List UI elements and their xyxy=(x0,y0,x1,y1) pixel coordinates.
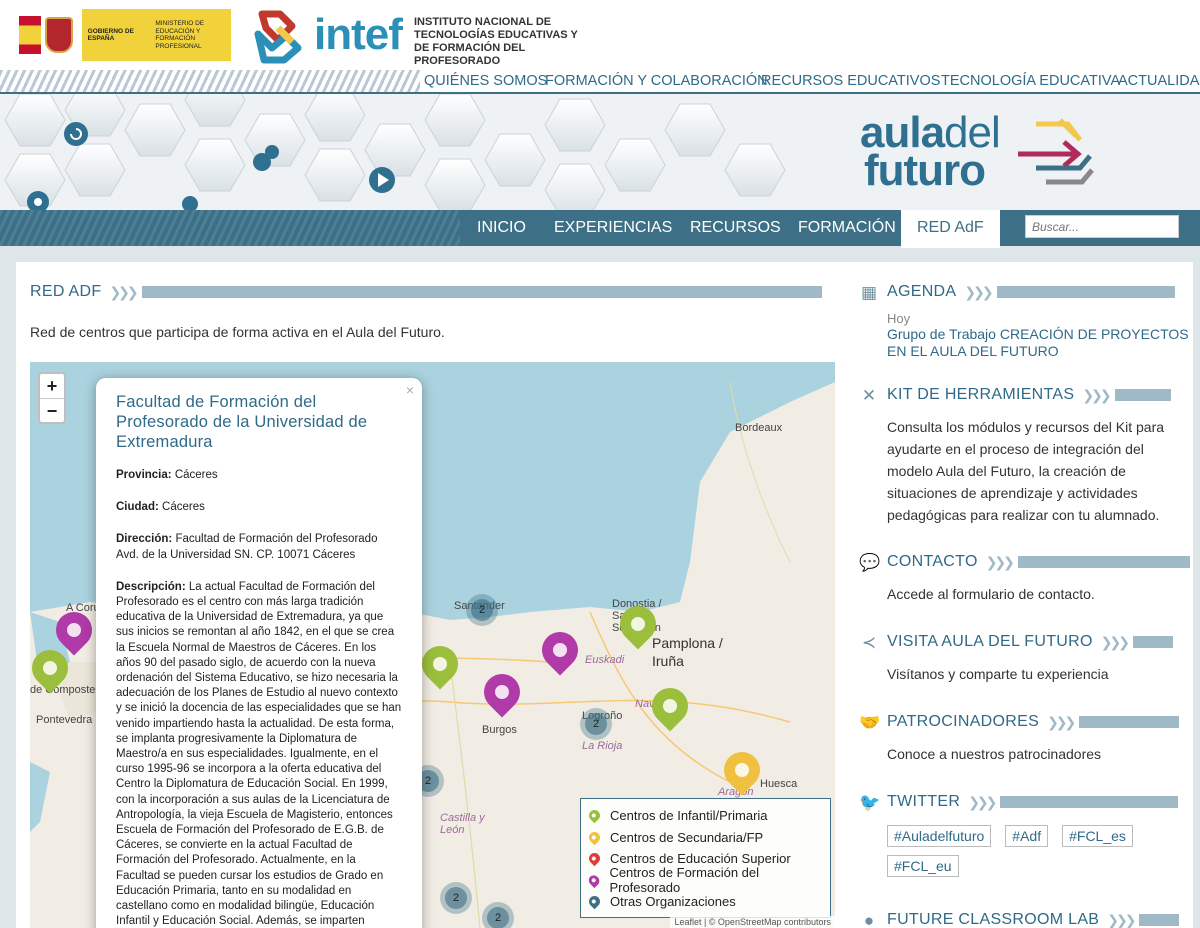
logo-futuro: futuro xyxy=(864,146,986,195)
page-title: RED ADF ❯❯❯ xyxy=(30,283,822,301)
visita-title: ≺ VISITA AULA DEL FUTURO ❯❯❯ xyxy=(862,633,1173,652)
hexagon-pattern-icon xyxy=(4,94,786,210)
map[interactable]: Bordeaux Santander Donostia / San Sebast… xyxy=(30,362,835,928)
marker-icon xyxy=(586,829,603,846)
intef-wordmark: intef xyxy=(314,10,403,59)
place-label: Pontevedra xyxy=(36,714,93,726)
map-cluster[interactable]: 2 xyxy=(580,708,612,740)
chevrons-icon: ❯❯❯ xyxy=(968,793,997,810)
share-icon: ≺ xyxy=(861,633,877,652)
agenda-date: Hoy xyxy=(887,311,911,326)
nav-recursos[interactable]: RECURSOS xyxy=(690,219,781,237)
popup-descripcion: Descripción: La actual Facultad de Forma… xyxy=(116,580,402,928)
agenda-title: ▦ AGENDA ❯❯❯ xyxy=(861,283,1175,302)
popup-title: Facultad de Formación del Profesorado de… xyxy=(116,393,368,451)
map-popup: × Facultad de Formación del Profesorado … xyxy=(96,378,422,928)
top-nav-tecnologia-educativa[interactable]: TECNOLOGÍA EDUCATIVA xyxy=(941,73,1120,89)
hashtag-link[interactable]: #Adf xyxy=(1005,825,1049,847)
chevrons-icon: ❯❯❯ xyxy=(1047,713,1076,730)
nav-experiencias[interactable]: EXPERIENCIAS xyxy=(554,219,672,237)
map-cluster[interactable]: 2 xyxy=(440,882,472,914)
marker-icon xyxy=(586,807,603,824)
intef-logo[interactable]: intef Instituto Nacional de Tecnologías … xyxy=(248,6,578,67)
marker-icon xyxy=(586,893,603,910)
content-panel: RED ADF ❯❯❯ Red de centros que participa… xyxy=(16,262,1193,928)
chevrons-icon: ❯❯❯ xyxy=(1082,386,1111,403)
search-input[interactable] xyxy=(1025,215,1179,238)
spain-shield-icon xyxy=(16,9,82,61)
nav-inicio[interactable]: INICIO xyxy=(477,219,526,237)
place-label: Burgos xyxy=(482,724,517,736)
map-cluster[interactable]: 2 xyxy=(482,902,514,928)
patrocinadores-title: 🤝 PATROCINADORES ❯❯❯ xyxy=(859,713,1180,732)
government-logo[interactable]: Gobierno de España Ministerio de Educaci… xyxy=(16,9,231,61)
intef-mark-icon xyxy=(254,10,302,64)
place-label: Euskadi xyxy=(585,654,625,666)
arrows-icon xyxy=(1018,118,1094,185)
visita-text[interactable]: Visítanos y comparte tu experiencia xyxy=(887,663,1187,685)
legend-item: Centros de Secundaria/FP xyxy=(586,827,822,849)
page-intro: Red de centros que participa de forma ac… xyxy=(30,324,445,340)
popup-ciudad: Ciudad: Cáceres xyxy=(116,501,205,514)
twitter-icon: 🐦 xyxy=(859,793,881,812)
map-zoom-control: + − xyxy=(38,372,66,424)
popup-provincia: Provincia: Cáceres xyxy=(116,469,218,481)
handshake-icon: 🤝 xyxy=(859,713,881,732)
legend-item: Centros de Formación del Profesorado xyxy=(586,865,822,895)
marker-icon xyxy=(586,850,603,867)
zoom-in-button[interactable]: + xyxy=(40,374,64,398)
place-label: Castilla y León xyxy=(440,812,485,836)
chevrons-icon: ❯❯❯ xyxy=(964,283,993,300)
gov-line2: Ministerio de Educación y Formación Prof… xyxy=(155,20,205,50)
map-cluster[interactable]: 2 xyxy=(466,594,498,626)
patrocinadores-text[interactable]: Conoce a nuestros patrocinadores xyxy=(887,743,1187,765)
nav-formacion[interactable]: FORMACIÓN xyxy=(798,219,896,237)
location-icon: ● xyxy=(863,911,875,928)
map-attribution[interactable]: Leaflet | © OpenStreetMap contributors xyxy=(670,916,835,928)
agenda-event-link[interactable]: Grupo de Trabajo CREACIÓN DE PROYECTOS E… xyxy=(887,326,1193,360)
twitter-title: 🐦 TWITTER ❯❯❯ xyxy=(859,793,1179,812)
top-nav-actualidad[interactable]: ACTUALIDAD xyxy=(1118,73,1200,89)
gov-line1: Gobierno de España xyxy=(87,27,134,43)
place-label: de Compostela xyxy=(30,684,104,696)
chevrons-icon: ❯❯❯ xyxy=(109,283,138,300)
kit-title: ✕ KIT DE HERRAMIENTAS ❯❯❯ xyxy=(862,386,1171,405)
banner: auladel futuro xyxy=(0,94,1200,210)
chevrons-icon: ❯❯❯ xyxy=(1100,633,1130,650)
intef-subtitle: Instituto Nacional de Tecnologías Educat… xyxy=(414,16,578,67)
kit-text[interactable]: Consulta los módulos y recursos del Kit … xyxy=(887,416,1187,526)
place-label: Huesca xyxy=(760,778,798,790)
popup-direccion: Dirección: Facultad de Formación del Pro… xyxy=(116,533,378,561)
calendar-icon: ▦ xyxy=(860,283,878,302)
map-legend: Centros de Infantil/Primaria Centros de … xyxy=(580,798,831,918)
contacto-title: 💬 CONTACTO ❯❯❯ xyxy=(859,553,1190,572)
twitter-tags: #Auladelfuturo #Adf #FCL_es #FCL_eu xyxy=(887,825,1187,877)
chevrons-icon: ❯❯❯ xyxy=(1107,911,1136,928)
chat-icon: 💬 xyxy=(859,553,881,572)
top-nav-quienes-somos[interactable]: QUIÉNES SOMOS xyxy=(424,73,547,89)
agenda-block: Hoy Grupo de Trabajo CREACIÓN DE PROYECT… xyxy=(887,311,1193,360)
fcl-title: ● FUTURE CLASSROOM LAB ❯❯❯ xyxy=(864,911,1180,928)
main-nav: INICIO EXPERIENCIAS RECURSOS FORMACIÓN R… xyxy=(0,210,1200,248)
contacto-text[interactable]: Accede al formulario de contacto. xyxy=(887,583,1187,605)
hashtag-link[interactable]: #FCL_eu xyxy=(887,855,959,877)
top-nav-formacion-colaboracion[interactable]: FORMACIÓN Y COLABORACIÓN xyxy=(545,73,768,89)
top-header: Gobierno de España Ministerio de Educaci… xyxy=(0,0,1200,70)
hashtag-link[interactable]: #Auladelfuturo xyxy=(887,825,992,847)
marker-icon xyxy=(586,872,602,888)
chevrons-icon: ❯❯❯ xyxy=(985,553,1015,570)
nav-red-adf[interactable]: RED AdF xyxy=(901,210,1000,248)
legend-item: Centros de Infantil/Primaria xyxy=(586,805,822,827)
place-label: La Rioja xyxy=(582,740,623,752)
place-label: Bordeaux xyxy=(735,422,783,434)
place-label: Pamplona / Iruña xyxy=(652,635,723,669)
top-nav: QUIÉNES SOMOS FORMACIÓN Y COLABORACIÓN R… xyxy=(0,70,1200,94)
tools-icon: ✕ xyxy=(861,386,877,405)
top-nav-recursos-educativos[interactable]: RECURSOS EDUCATIVOS xyxy=(761,73,940,89)
zoom-out-button[interactable]: − xyxy=(40,398,64,422)
close-icon[interactable]: × xyxy=(406,382,414,398)
hashtag-link[interactable]: #FCL_es xyxy=(1062,825,1133,847)
